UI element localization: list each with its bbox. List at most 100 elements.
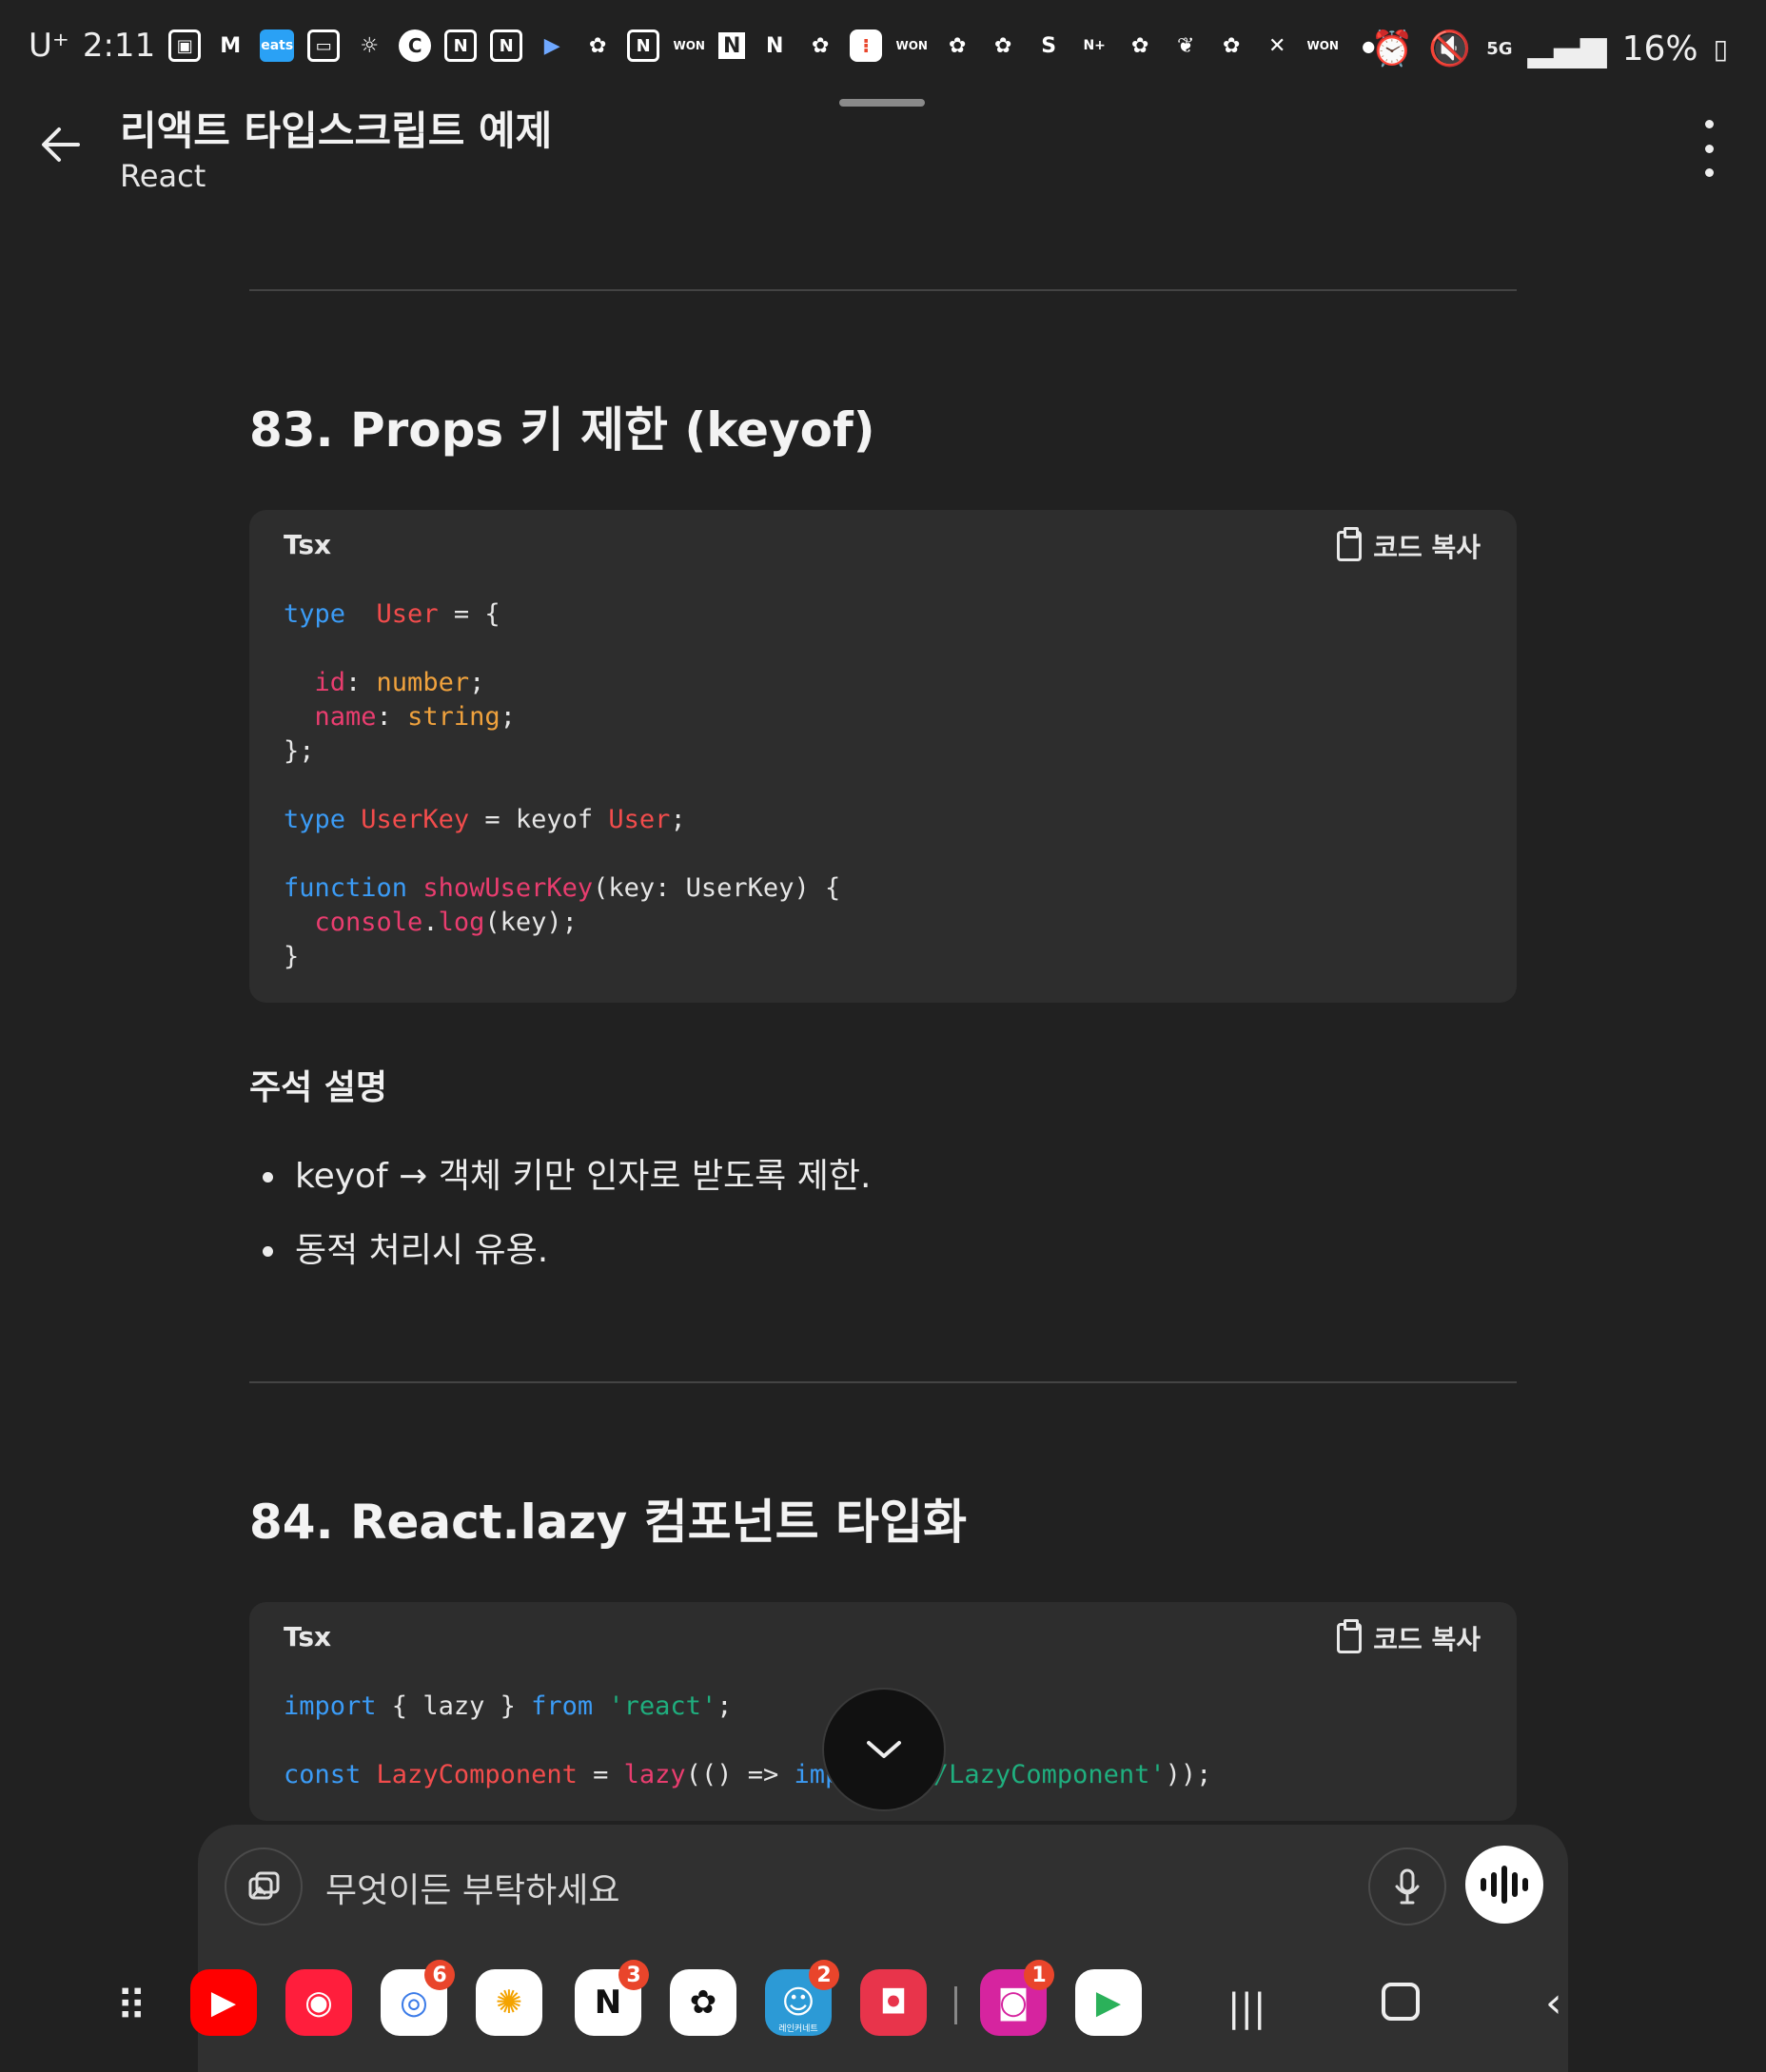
code-token: string [407,702,500,732]
code-token: ; [716,1691,733,1721]
clipboard-icon [1337,1619,1363,1653]
list-item: 동적 처리시 유용. [263,1227,1517,1301]
clock: 2:11 [82,27,156,65]
code-token: UserKey [361,805,470,834]
code-token: type [284,599,346,629]
chatgpt-icon: ✿ [588,33,607,58]
image-attach-icon [248,1871,280,1900]
youtube-icon[interactable]: ▶ [190,1969,257,2036]
chrome-icon[interactable]: ◎ 6 [381,1960,455,2036]
app-bar: 리액트 타입스크립트 예제 React [0,95,1766,200]
code-token: lazy [623,1760,686,1789]
attach-image-button[interactable] [225,1847,303,1925]
code-token: id [314,668,346,697]
more-options-icon[interactable] [1699,120,1718,177]
youtube-music-icon[interactable]: ◉ [285,1969,352,2036]
chatgpt-icon: ✿ [811,33,830,58]
prompt-input[interactable]: 무엇이든 부탁하세요 [325,1863,620,1912]
code-token: { lazy } [376,1691,532,1721]
back-arrow-icon[interactable] [34,118,88,171]
won-icon: WON [673,39,705,52]
code-language-label: Tsx [284,529,332,560]
code-language-label: Tsx [284,1621,332,1652]
code-token: (() => [685,1760,795,1789]
page-title: 리액트 타입스크립트 예제 [120,108,553,154]
section-heading: 83. Props 키 제한 (keyof) [249,402,875,458]
notification-badge: 2 [809,1960,839,1990]
code-token: )); [1165,1760,1212,1789]
gallery-icon: ▣ [168,29,202,62]
code-token: (key: UserKey) { [593,873,841,903]
naver-plus-icon: N+ [1083,38,1106,53]
taskbar: ⠿ ▶ ◉ ◎ 6 ✺ N 3 ✿ ☺ 레인커네트 2 ◘ ◙ 1 ▶ ||| ‹ [0,1960,1766,2055]
code-token: . [422,908,439,937]
camera-icon[interactable]: ◘ [860,1969,927,2036]
netflix-icon: N [765,33,784,58]
copy-code-label: 코드 복사 [1373,1624,1481,1655]
list-item: keyof → 객체 키만 인자로 받도록 제한. [263,1153,1517,1227]
gmail-icon: M [220,33,242,58]
play-store-icon[interactable]: ▶ [1075,1969,1142,2036]
notion-icon[interactable]: N3 [575,1960,649,2036]
code-token: }; [284,736,315,766]
app-label: 레인커네트 [778,2024,818,2034]
game-app-icon[interactable]: ☺ 레인커네트 2 [765,1960,839,2036]
code-block: Tsx 코드 복사 type User = { id: number; name… [249,510,1517,1003]
battery-charging-icon: ▯ [1713,32,1728,65]
code-token: ; [670,805,686,834]
code-token: User [376,599,439,629]
code-token: function [284,873,408,903]
brightness-icon: ☼ [360,33,380,58]
c-app-icon: C [399,29,432,62]
conversation-content: 83. Props 키 제한 (keyof) Tsx 코드 복사 type Us… [249,200,1517,1821]
code-token: name [314,702,377,732]
code-token: ; [469,668,485,697]
recent-apps-icon[interactable]: ||| [1227,1986,1266,2030]
home-icon[interactable] [1382,1983,1420,2021]
app-drawer-icon[interactable]: ⠿ [116,1983,147,2031]
code-content: type User = { id: number; name: string; … [249,577,1517,1003]
code-token: : [376,702,408,732]
instagram-icon[interactable]: ◙ 1 [980,1960,1054,2036]
code-token: type [284,805,346,834]
code-token: : [345,668,377,697]
tv-icon: ▭ [307,29,341,62]
code-token: console [314,908,423,937]
code-token: showUserKey [422,873,594,903]
copy-code-button[interactable]: 코드 복사 [1337,1619,1481,1657]
chevron-down-icon [867,1741,901,1758]
code-token: import [284,1691,377,1721]
code-token: User [608,805,671,834]
status-bar: U⁺ 2:11 ▣ M eats ▭ ☼ C N N ▶ ✿ N WON N N… [0,0,1766,95]
microphone-icon [1395,1868,1420,1905]
status-right: ⏰ 🔇 5G ▂▄▆ 16% ▯ [1371,29,1728,69]
voice-mode-button[interactable] [1465,1846,1543,1924]
copy-code-button[interactable]: 코드 복사 [1337,527,1481,565]
annotation-title: 주석 설명 [249,1068,388,1107]
google-photos-icon[interactable]: ✺ [476,1969,542,2036]
carrier-label: U⁺ [29,27,69,65]
microphone-button[interactable] [1368,1847,1446,1925]
code-token: = { [438,599,500,629]
notification-badge: 3 [618,1960,649,1990]
todo-icon: ⁝ [850,29,883,62]
play-icon: ▶ [543,33,560,58]
divider [249,289,1517,291]
section-heading: 84. React.lazy 컴포넌트 타입화 [249,1495,968,1550]
scroll-to-bottom-button[interactable] [822,1688,946,1811]
notion-icon: N [444,29,478,62]
chatgpt-icon: ✿ [1222,33,1241,58]
code-token: (key); [484,908,578,937]
back-nav-icon[interactable]: ‹ [1545,1979,1562,2027]
copy-code-label: 코드 복사 [1373,532,1481,563]
notion-icon: N [627,29,660,62]
chatgpt-icon[interactable]: ✿ [670,1969,736,2036]
n-app-icon: N [718,32,746,59]
